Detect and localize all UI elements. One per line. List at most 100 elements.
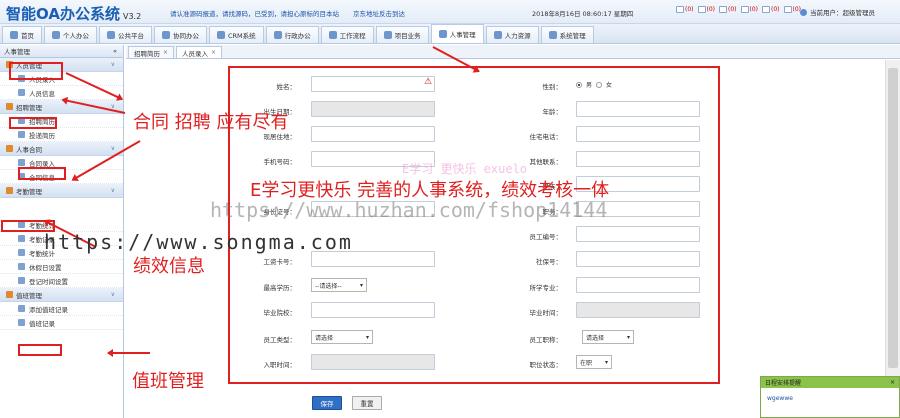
tab-label: 人员录入 [182, 49, 209, 58]
group-label: 考勤管理 [16, 187, 42, 196]
nav-crm[interactable]: CRM系统 [209, 26, 264, 43]
sidebar-item-duty-log[interactable]: 值班记录 [0, 316, 123, 330]
badge-count: (0) [771, 6, 780, 13]
nav-label: 协同办公 [173, 32, 199, 40]
meeting-badge[interactable]: (0) [740, 6, 759, 13]
plan-icon [762, 6, 770, 13]
watermark-elearn: E学习 更快乐 exuelo [402, 162, 528, 176]
nav-hr[interactable]: 人事管理 [430, 24, 484, 43]
list-icon [18, 319, 25, 326]
notice-badge[interactable]: (0) [697, 6, 716, 13]
nav-label: 个人办公 [63, 32, 89, 40]
nav-project[interactable]: 项目业务 [375, 26, 429, 43]
reset-button[interactable]: 重置 [352, 396, 382, 410]
group-label: 人事合同 [16, 145, 42, 154]
save-button[interactable]: 保存 [312, 396, 342, 410]
admin-icon [273, 31, 282, 39]
close-icon[interactable]: × [890, 379, 895, 386]
highlight-box-contract [18, 167, 66, 180]
person-icon [52, 31, 60, 39]
annotation-duty: 值班管理 [132, 371, 204, 392]
sidebar-group-duty[interactable]: 值班管理 ∨ [0, 288, 123, 302]
task-badge[interactable]: (0) [719, 6, 737, 13]
list-icon [18, 235, 25, 242]
nav-label: CRM系统 [228, 32, 256, 40]
folder-icon [6, 145, 13, 152]
collapse-icon[interactable]: « [113, 47, 117, 55]
app-header: 智能OA办公系统 V3.2 请认准源码报道，请找源码，已受到，请担心原标的目本站 京… [0, 0, 900, 24]
tab-recruit-resume[interactable]: 招聘简历 × [128, 46, 175, 58]
notice-link[interactable]: 京东地址反击到达 [353, 10, 405, 18]
watermark-songma: https://www.songma.com [44, 230, 353, 254]
notice-text: 请认准源码报道，请找源码，已受到，请担心原标的目本站 [170, 10, 339, 18]
add-icon [18, 305, 25, 312]
popup-title: 日程安排提醒 [765, 380, 802, 387]
nav-home[interactable]: 首页 [2, 26, 42, 43]
popup-body[interactable]: wgewwe [761, 388, 899, 409]
nav-system[interactable]: 系统管理 [540, 26, 594, 43]
nav-label: 人力资源 [504, 32, 531, 40]
annotation-contract: 合同 招聘 应有尽有 [133, 112, 289, 133]
datetime-display: 2018年8月16日 08:60:17 星期四 [532, 10, 634, 18]
edit-icon [18, 159, 25, 166]
tab-label: 招聘简历 [134, 49, 160, 58]
chevron-down-icon: ∨ [110, 145, 115, 152]
tab-personnel-entry[interactable]: 人员录入 × [176, 46, 223, 58]
nav-admin[interactable]: 行政办公 [265, 26, 319, 43]
mail-icon [676, 6, 684, 13]
header-badges: (0) (0) (0) (0) (0) (0) [676, 6, 801, 13]
main-nav: 首页 个人办公 公共平台 协同办公 CRM系统 行政办公 工作流程 项目业务 人… [0, 24, 900, 44]
calendar-icon [18, 263, 25, 270]
sidebar-item-checkin-time[interactable]: 登记时间设置 [0, 274, 123, 288]
badge-count: (0) [706, 6, 716, 13]
folder-icon [6, 187, 13, 194]
hr-icon [438, 30, 447, 38]
chevron-down-icon: ∨ [110, 291, 115, 298]
group-label: 值班管理 [16, 291, 42, 300]
badge-count: (0) [728, 6, 737, 13]
alert-icon [783, 6, 792, 13]
nav-public[interactable]: 公共平台 [99, 26, 152, 43]
sidebar-group-attendance[interactable]: 考勤管理 ∨ [0, 184, 123, 198]
content-tabs: 招聘简历 × 人员录入 × [126, 45, 900, 59]
app-logo: 智能OA办公系统 V3.2 [6, 3, 141, 24]
sidebar-item-add-duty[interactable]: 添加值班记录 [0, 302, 123, 316]
user-icon [800, 8, 807, 16]
user-label: 当前用户：超级管理员 [810, 9, 875, 17]
home-icon [10, 31, 18, 39]
nav-workflow[interactable]: 工作流程 [320, 26, 374, 43]
item-label: 人员信息 [29, 89, 55, 98]
nav-personal[interactable]: 个人办公 [44, 26, 97, 43]
scrollbar[interactable] [885, 60, 900, 418]
sidebar-group-contract[interactable]: 人事合同 ∨ [0, 142, 123, 156]
notice-icon [697, 6, 706, 13]
alert-badge[interactable]: (0) [783, 6, 801, 13]
nav-collab[interactable]: 协同办公 [154, 26, 207, 43]
workflow-icon [328, 31, 337, 39]
info-icon [18, 89, 25, 96]
nav-label: 首页 [21, 32, 34, 40]
badge-count: (0) [749, 6, 759, 13]
folder-icon [6, 291, 13, 298]
current-user[interactable]: 当前用户：超级管理员 [800, 7, 875, 17]
chart-icon [18, 249, 25, 256]
sidebar-header: 人事管理 « [0, 45, 123, 58]
nav-label: 系统管理 [559, 32, 586, 40]
plan-badge[interactable]: (0) [762, 6, 780, 13]
folder-icon [6, 103, 13, 110]
item-label: 合同录入 [29, 159, 55, 168]
scrollbar-thumb[interactable] [888, 68, 898, 368]
schedule-reminder-popup: 日程安排提醒 × wgewwe [760, 376, 900, 418]
nav-resources[interactable]: 人力资源 [485, 26, 539, 43]
nav-label: 行政办公 [284, 32, 311, 40]
watermark-huzhan: https://www.huzhan.com/fshop14144 [210, 198, 608, 222]
chevron-down-icon: ∨ [110, 61, 115, 68]
sidebar-item-submit[interactable]: 投递简历 [0, 128, 123, 142]
chevron-down-icon: ∨ [110, 187, 115, 194]
mail-badge[interactable]: (0) [676, 6, 694, 13]
close-icon[interactable]: × [211, 49, 216, 56]
close-icon[interactable]: × [163, 49, 168, 56]
sidebar-title: 人事管理 [4, 48, 30, 56]
sidebar-item-holiday[interactable]: 休假日设置 [0, 260, 123, 274]
